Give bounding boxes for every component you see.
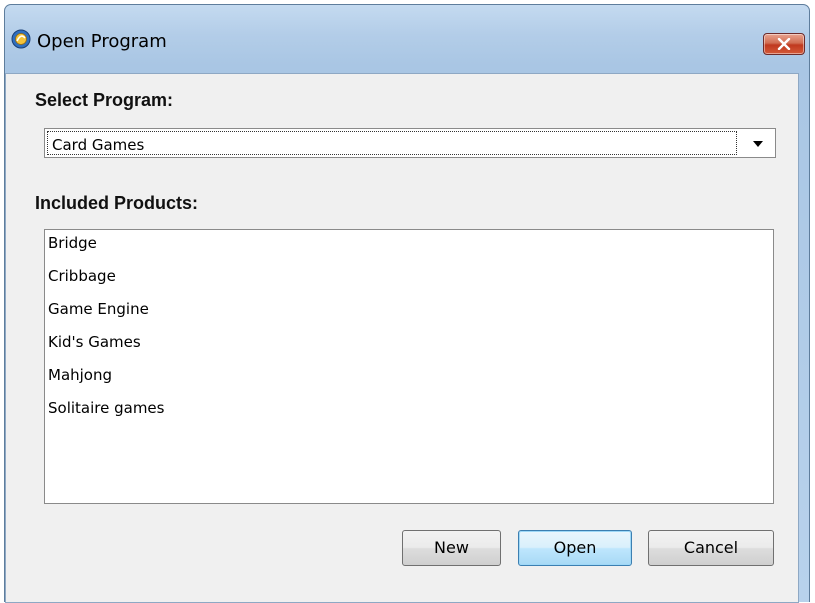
program-select-value: Card Games — [52, 136, 145, 154]
included-products-label: Included Products: — [35, 193, 199, 213]
window-title: Open Program — [37, 31, 167, 52]
list-item[interactable]: Kid's Games — [48, 333, 141, 351]
program-select-dropdown-button[interactable] — [741, 129, 775, 157]
select-program-label: Select Program: — [35, 90, 174, 110]
close-icon — [777, 38, 791, 50]
list-item[interactable]: Mahjong — [48, 366, 112, 384]
title-bar[interactable]: Open Program — [5, 5, 809, 55]
list-item[interactable]: Cribbage — [48, 267, 116, 285]
open-button[interactable]: Open — [518, 530, 632, 566]
included-products-list[interactable]: Bridge Cribbage Game Engine Kid's Games … — [44, 229, 774, 504]
chevron-down-icon — [753, 141, 763, 147]
list-item[interactable]: Solitaire games — [48, 399, 164, 417]
close-button[interactable] — [763, 33, 805, 55]
list-item[interactable]: Game Engine — [48, 300, 149, 318]
focus-rectangle: Card Games — [47, 131, 737, 155]
program-select[interactable]: Card Games — [44, 128, 776, 158]
list-item[interactable]: Bridge — [48, 234, 97, 252]
cancel-button[interactable]: Cancel — [648, 530, 774, 566]
program-icon — [11, 29, 31, 49]
new-button[interactable]: New — [402, 530, 501, 566]
